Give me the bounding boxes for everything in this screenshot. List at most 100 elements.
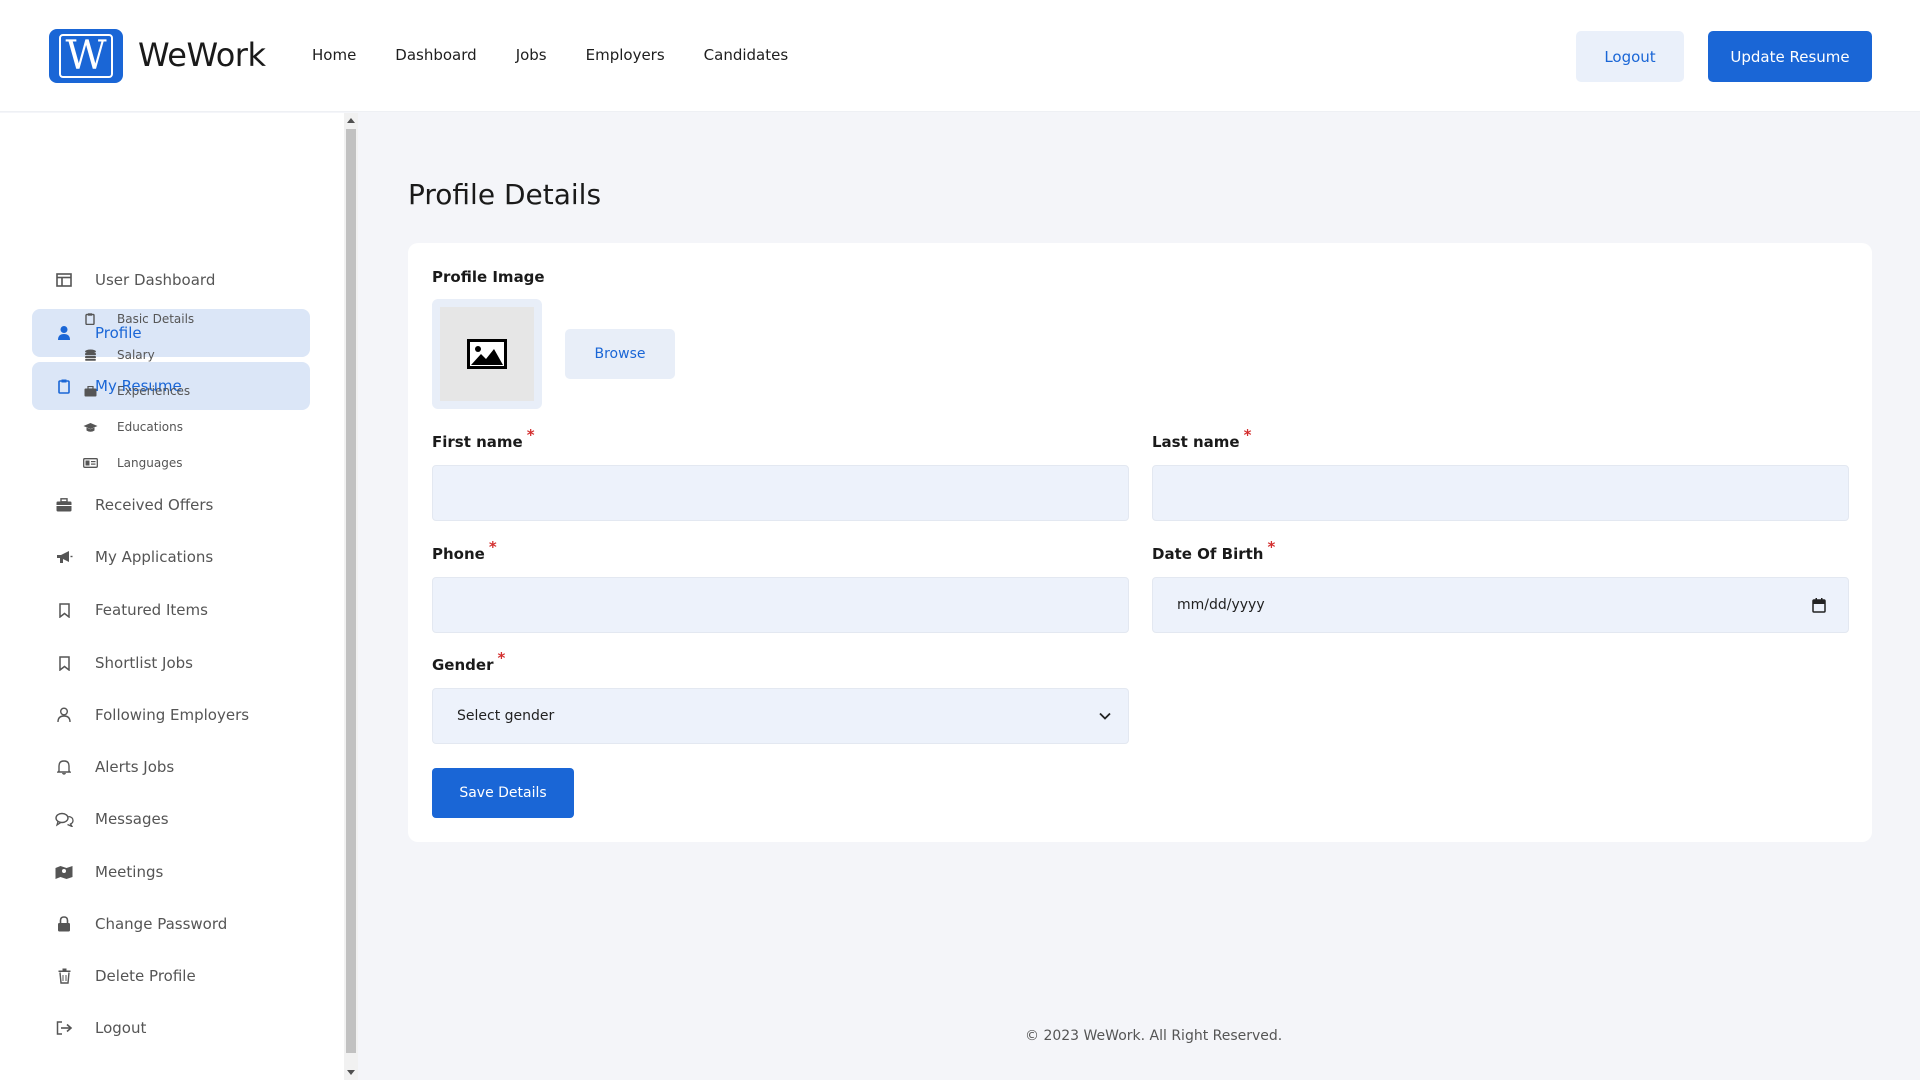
sidebar-item-label: Delete Profile [95,967,196,985]
graduation-cap-icon [82,422,98,433]
sign-out-icon [54,1021,74,1035]
sidebar-subitem-label: Basic Details [117,312,195,326]
required-asterisk: * [488,538,497,556]
bookmark-icon [54,602,74,618]
sidebar-subitem-experiences[interactable]: Experiences [82,381,190,401]
sidebar-item-label: My Applications [95,548,214,566]
scroll-down-arrow-icon[interactable] [347,1070,355,1075]
scroll-up-arrow-icon[interactable] [347,118,355,123]
sidebar-item-label: Alerts Jobs [95,758,175,776]
sidebar-scrollbar[interactable] [344,113,358,1080]
briefcase-icon [82,385,98,397]
sidebar-item-my-applications[interactable]: My Applications [32,533,310,581]
map-icon [54,865,74,880]
gender-label: Gender * [432,649,505,674]
image-placeholder [440,307,534,401]
gender-label-text: Gender [432,656,494,674]
sidebar-item-label: Meetings [95,863,164,881]
last-name-label: Last name * [1152,426,1251,451]
sidebar-subitem-basic-details[interactable]: Basic Details [82,309,194,329]
coins-icon [82,349,98,361]
dob-label: Date Of Birth * [1152,538,1275,563]
sidebar: User Dashboard Profile My Resume Basic D… [0,113,344,1080]
sidebar-item-label: User Dashboard [95,271,216,289]
nav-home[interactable]: Home [312,46,356,64]
sidebar-item-featured-items[interactable]: Featured Items [32,586,310,634]
sidebar-item-logout[interactable]: Logout [32,1004,310,1052]
sidebar-subitem-label: Languages [117,456,183,470]
clipboard-icon [54,379,74,394]
sidebar-item-user-dashboard[interactable]: User Dashboard [32,256,310,304]
bookmark-icon [54,655,74,671]
sidebar-item-label: Messages [95,810,169,828]
phone-label-text: Phone [432,545,485,563]
sidebar-subitem-label: Salary [117,348,155,362]
sidebar-subitem-label: Experiences [117,384,191,398]
nav-jobs[interactable]: Jobs [516,46,547,64]
gender-selected-value: Select gender [457,708,555,724]
required-asterisk: * [1267,538,1276,556]
sidebar-subitem-salary[interactable]: Salary [82,345,155,365]
dob-placeholder: mm/dd/yyyy [1177,597,1265,613]
image-icon [467,339,507,369]
gender-select[interactable]: Select gender [432,688,1129,744]
sidebar-item-shortlist-jobs[interactable]: Shortlist Jobs [32,639,310,687]
first-name-label-text: First name [432,433,523,451]
calendar-icon[interactable] [1812,597,1826,613]
person-icon [54,707,74,723]
profile-image-label: Profile Image [432,268,545,286]
sidebar-item-meetings[interactable]: Meetings [32,848,310,896]
nav-dashboard[interactable]: Dashboard [395,46,476,64]
page-title: Profile Details [408,178,602,211]
sidebar-item-change-password[interactable]: Change Password [32,900,310,948]
profile-image-preview[interactable] [432,299,542,409]
dashboard-icon [54,273,74,287]
required-asterisk: * [497,649,506,667]
chat-icon [54,812,74,827]
briefcase-icon [54,498,74,512]
sidebar-item-delete-profile[interactable]: Delete Profile [32,952,310,1000]
scrollbar-thumb[interactable] [346,129,356,1053]
last-name-label-text: Last name [1152,433,1240,451]
sidebar-subitem-educations[interactable]: Educations [82,417,183,437]
first-name-input[interactable] [432,465,1129,521]
nav-employers[interactable]: Employers [586,46,665,64]
phone-label: Phone * [432,538,497,563]
profile-form-card: Profile Image Browse First name * Last na… [408,243,1872,842]
sidebar-item-received-offers[interactable]: Received Offers [32,481,310,529]
megaphone-icon [54,550,74,564]
required-asterisk: * [1243,426,1252,444]
sidebar-item-label: Change Password [95,915,228,933]
sidebar-subitem-label: Educations [117,420,183,434]
sidebar-item-label: Following Employers [95,706,250,724]
lock-icon [54,916,74,932]
required-asterisk: * [526,426,535,444]
id-card-icon [82,458,98,468]
sidebar-item-messages[interactable]: Messages [32,795,310,843]
last-name-input[interactable] [1152,465,1849,521]
dob-label-text: Date Of Birth [1152,545,1264,563]
sidebar-item-label: Logout [95,1019,147,1037]
clipboard-icon [82,313,98,325]
sidebar-item-following-employers[interactable]: Following Employers [32,691,310,739]
brand-logo[interactable]: W [49,29,123,83]
sidebar-subitem-languages[interactable]: Languages [82,453,182,473]
browse-button[interactable]: Browse [565,329,675,379]
brand-name[interactable]: WeWork [138,36,266,74]
trash-icon [54,968,74,984]
header-logout-button[interactable]: Logout [1576,31,1684,82]
main-nav: Home Dashboard Jobs Employers Candidates [312,46,827,64]
logo-letter: W [59,34,113,78]
phone-input[interactable] [432,577,1129,633]
bell-icon [54,759,74,775]
update-resume-button[interactable]: Update Resume [1708,31,1872,82]
user-icon [54,325,74,341]
top-header: W WeWork Home Dashboard Jobs Employers C… [0,0,1920,112]
sidebar-item-label: Received Offers [95,496,214,514]
dob-input[interactable]: mm/dd/yyyy [1152,577,1849,633]
sidebar-item-alerts-jobs[interactable]: Alerts Jobs [32,743,310,791]
save-details-button[interactable]: Save Details [432,768,574,818]
sidebar-item-label: Featured Items [95,601,208,619]
nav-candidates[interactable]: Candidates [704,46,789,64]
chevron-down-icon [1099,712,1111,720]
